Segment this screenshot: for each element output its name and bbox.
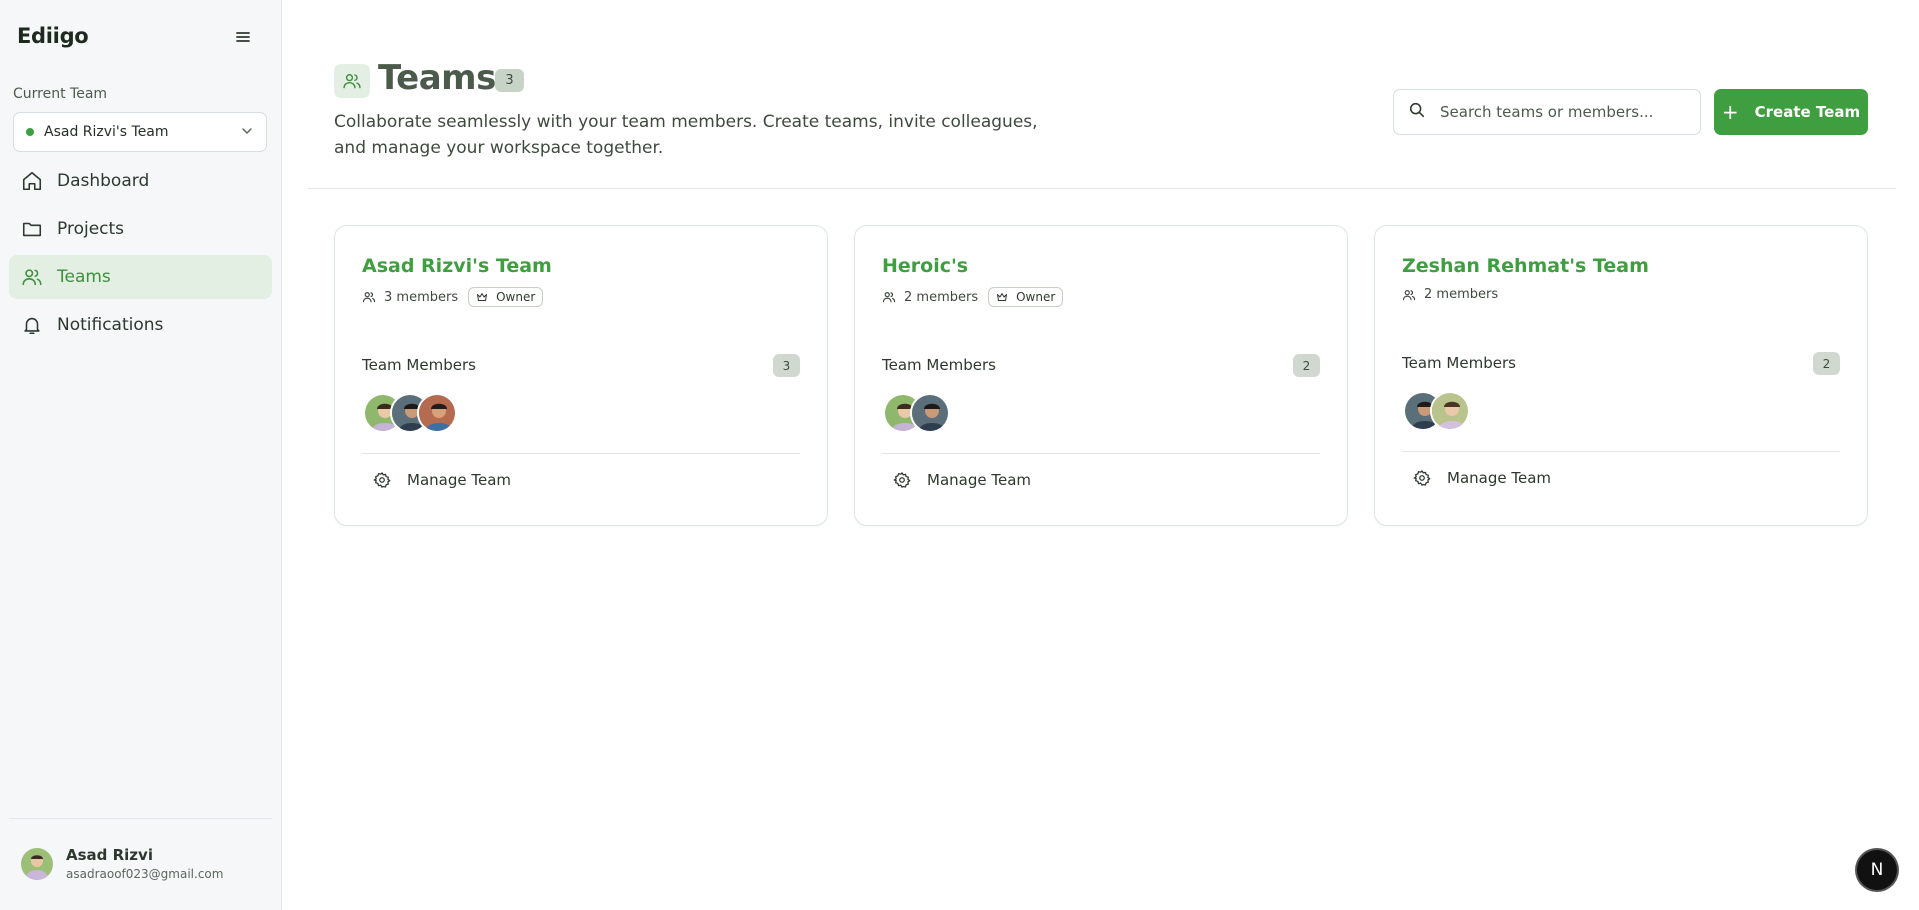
users-icon [21,266,43,288]
sidebar-item-dashboard[interactable]: Dashboard [9,159,272,203]
avatar[interactable] [910,393,950,433]
current-team-label: Current Team [13,86,108,102]
bell-icon [21,314,43,336]
team-card[interactable]: Asad Rizvi's Team 3 members Owner Team M… [334,225,828,526]
card-divider [882,453,1320,454]
team-name[interactable]: Asad Rizvi's Team [362,255,552,277]
sidebar-nav: Dashboard Projects Teams Notifications [9,159,272,351]
team-members-count: 2 [1293,354,1320,377]
search-input[interactable] [1440,103,1680,121]
team-members-label: Team Members [882,356,996,374]
page-title: Teams [378,58,496,98]
header-divider [308,188,1896,189]
user-email: asadraoof023@gmail.com [66,867,224,881]
team-members-count: 2 [1813,352,1840,375]
manage-team-label: Manage Team [1447,469,1551,487]
card-divider [1402,451,1840,452]
sidebar-item-notifications[interactable]: Notifications [9,303,272,347]
users-icon [334,64,370,98]
team-name[interactable]: Zeshan Rehmat's Team [1402,255,1649,277]
home-icon [21,170,43,192]
owner-label: Owner [1016,290,1056,304]
gear-icon [1413,470,1431,486]
member-count-text: 3 members [384,289,459,305]
team-selector[interactable]: Asad Rizvi's Team [13,112,267,152]
avatar[interactable] [1430,391,1470,431]
create-team-button[interactable]: + Create Team [1714,89,1868,135]
member-avatars [363,393,457,433]
team-card[interactable]: Zeshan Rehmat's Team 2 members Team Memb… [1374,225,1868,526]
sidebar-item-label: Teams [57,267,111,287]
sidebar-item-projects[interactable]: Projects [9,207,272,251]
plus-icon: + [1721,100,1739,124]
team-card[interactable]: Heroic's 2 members Owner Team Members 2 … [854,225,1348,526]
sidebar-item-label: Projects [57,219,125,239]
status-dot [26,128,34,136]
manage-team-button[interactable]: Manage Team [893,471,1031,489]
create-team-label: Create Team [1754,103,1861,121]
users-icon [882,290,896,304]
team-meta: 3 members Owner [362,287,544,307]
users-icon [362,290,376,304]
member-avatars [1403,391,1470,431]
owner-label: Owner [496,290,536,304]
search-icon [1408,101,1426,123]
team-members-label: Team Members [362,356,476,374]
crown-icon [477,293,488,301]
next-devtools-button[interactable]: N [1857,850,1897,890]
card-divider [362,453,800,454]
chevron-down-icon [240,123,254,142]
manage-team-label: Manage Team [927,471,1031,489]
sidebar-item-teams[interactable]: Teams [9,255,272,299]
member-count-text: 2 members [904,289,979,305]
folder-icon [21,218,43,240]
team-name[interactable]: Heroic's [882,255,968,277]
sidebar-item-label: Dashboard [57,171,150,191]
owner-badge: Owner [468,287,544,307]
brand-logo[interactable]: Ediigo [17,24,89,48]
team-selector-value: Asad Rizvi's Team [44,124,169,140]
team-members-count: 3 [773,354,800,377]
team-meta: 2 members [1402,287,1498,302]
manage-team-button[interactable]: Manage Team [373,471,511,489]
member-avatars [883,393,950,433]
gear-icon [893,472,911,488]
user-profile[interactable]: Asad Rizvi asadraoof023@gmail.com [21,846,223,881]
search-box[interactable] [1393,89,1701,135]
sidebar-divider [9,818,272,819]
team-members-label: Team Members [1402,354,1516,372]
team-meta: 2 members Owner [882,287,1064,307]
crown-icon [997,293,1008,301]
member-count-text: 2 members [1424,287,1499,302]
avatar [21,847,53,880]
users-icon [1402,288,1416,302]
menu-icon[interactable] [233,27,253,47]
page-description: Collaborate seamlessly with your team me… [334,112,1038,158]
avatar[interactable] [417,393,457,433]
manage-team-button[interactable]: Manage Team [1413,469,1551,487]
user-name: Asad Rizvi [66,846,153,864]
gear-icon [373,472,391,488]
manage-team-label: Manage Team [407,471,511,489]
sidebar: Ediigo Current Team Asad Rizvi's Team Da… [0,0,282,910]
teams-count-badge: 3 [495,69,524,92]
owner-badge: Owner [988,287,1064,307]
sidebar-item-label: Notifications [57,315,164,335]
